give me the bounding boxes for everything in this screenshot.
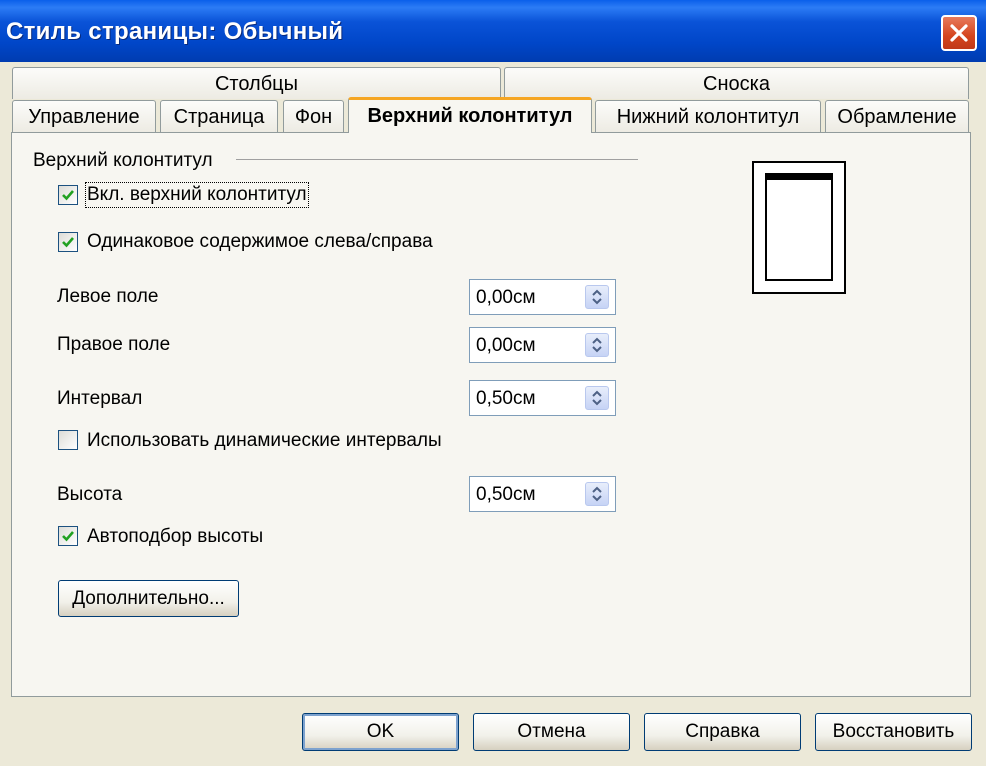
section-title: Верхний колонтитул xyxy=(33,150,213,171)
tab-footnote[interactable]: Сноска xyxy=(504,67,969,99)
spacing-label: Интервал xyxy=(57,388,143,409)
spacing-field[interactable]: 0,50см xyxy=(469,380,616,416)
autofit-height-label[interactable]: Автоподбор высоты xyxy=(87,526,263,548)
tab-label: Нижний колонтитул xyxy=(616,106,800,128)
preview-page-area xyxy=(765,173,833,281)
spin-arrows-icon xyxy=(592,486,602,502)
title-bar: Стиль страницы: Обычный xyxy=(0,0,986,62)
height-stepper[interactable] xyxy=(585,482,609,506)
window-title: Стиль страницы: Обычный xyxy=(6,18,344,45)
tab-header[interactable]: Верхний колонтитул xyxy=(348,97,592,133)
same-content-checkbox[interactable] xyxy=(58,232,78,252)
left-margin-label: Левое поле xyxy=(57,286,159,307)
tab-label: Верхний колонтитул xyxy=(367,105,573,127)
more-button[interactable]: Дополнительно... xyxy=(58,580,239,617)
close-icon xyxy=(950,24,968,42)
tab-label: Управление xyxy=(28,106,140,128)
autofit-height-checkbox[interactable] xyxy=(58,526,78,546)
ok-button-label: OK xyxy=(366,721,395,742)
left-margin-field[interactable]: 0,00см xyxy=(469,279,616,315)
help-button[interactable]: Справка xyxy=(644,713,801,751)
cancel-button[interactable]: Отмена xyxy=(473,713,630,751)
check-icon xyxy=(62,237,74,248)
tab-organizer[interactable]: Управление xyxy=(12,100,156,132)
reset-button-label: Восстановить xyxy=(832,721,955,742)
section-divider xyxy=(236,159,638,160)
right-margin-field[interactable]: 0,00см xyxy=(469,327,616,363)
spin-arrows-icon xyxy=(592,337,602,353)
height-label: Высота xyxy=(57,484,123,505)
left-margin-value: 0,00см xyxy=(476,287,536,308)
tab-borders[interactable]: Обрамление xyxy=(825,100,969,132)
left-margin-stepper[interactable] xyxy=(585,285,609,309)
tab-footer[interactable]: Нижний колонтитул xyxy=(595,100,821,132)
enable-header-label[interactable]: Вкл. верхний колонтитул xyxy=(85,182,309,208)
dynamic-spacing-checkbox[interactable] xyxy=(58,430,78,450)
enable-header-checkbox[interactable] xyxy=(58,185,78,205)
close-button[interactable] xyxy=(941,15,977,51)
height-value: 0,50см xyxy=(476,484,536,505)
spin-arrows-icon xyxy=(592,390,602,406)
tab-label: Сноска xyxy=(703,73,770,95)
tab-columns[interactable]: Столбцы xyxy=(12,67,501,99)
right-margin-value: 0,00см xyxy=(476,335,536,356)
reset-button[interactable]: Восстановить xyxy=(815,713,972,751)
page-preview xyxy=(752,161,846,294)
spacing-value: 0,50см xyxy=(476,388,536,409)
right-margin-stepper[interactable] xyxy=(585,333,609,357)
right-margin-label: Правое поле xyxy=(57,334,171,355)
check-icon xyxy=(62,531,74,542)
check-icon xyxy=(62,190,74,201)
spacing-stepper[interactable] xyxy=(585,386,609,410)
spin-arrows-icon xyxy=(592,289,602,305)
same-content-label[interactable]: Одинаковое содержимое слева/справа xyxy=(87,231,433,253)
cancel-button-label: Отмена xyxy=(517,721,586,742)
help-button-label: Справка xyxy=(685,721,760,742)
more-button-label: Дополнительно... xyxy=(72,588,225,609)
tab-label: Обрамление xyxy=(837,106,957,128)
tab-label: Фон xyxy=(294,106,333,128)
tab-label: Столбцы xyxy=(214,73,299,95)
ok-button[interactable]: OK xyxy=(302,713,459,751)
height-field[interactable]: 0,50см xyxy=(469,476,616,512)
preview-header-bar xyxy=(767,175,831,180)
tab-background[interactable]: Фон xyxy=(283,100,344,132)
tab-page[interactable]: Страница xyxy=(160,100,278,132)
dynamic-spacing-label[interactable]: Использовать динамические интервалы xyxy=(87,430,442,452)
tab-label: Страница xyxy=(173,106,265,128)
